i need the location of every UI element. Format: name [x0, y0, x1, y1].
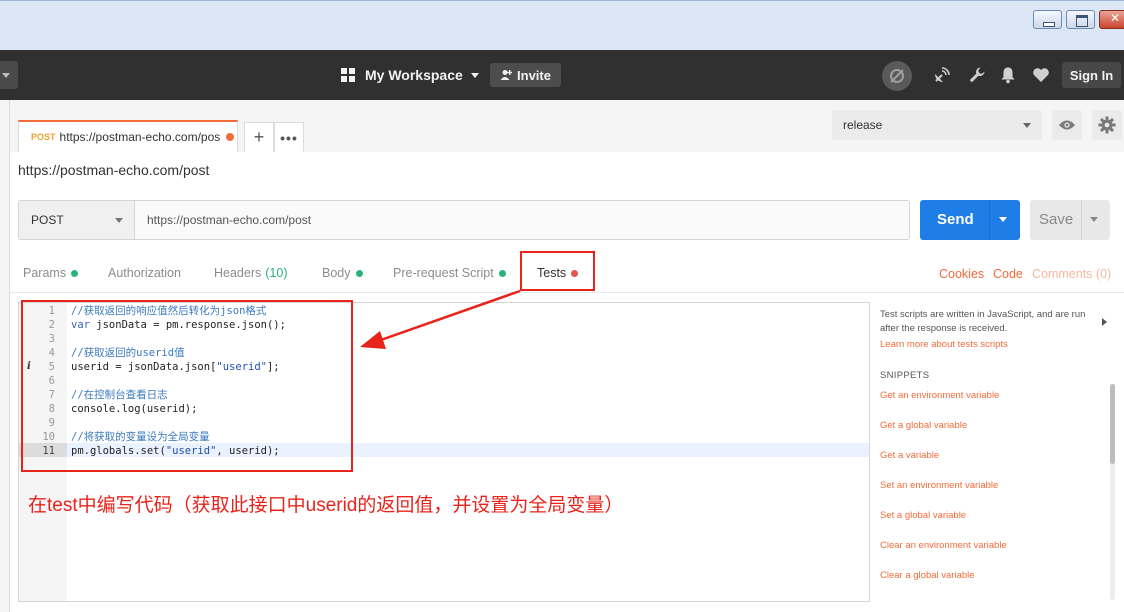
close-window-button[interactable] — [1099, 10, 1124, 29]
add-person-icon — [500, 70, 513, 80]
window-titlebar — [0, 0, 1124, 50]
sync-status-button[interactable] — [882, 61, 912, 91]
url-input[interactable] — [135, 201, 909, 239]
manage-environments-button[interactable] — [1092, 110, 1122, 140]
tab-url: https://postman-echo.com/pos — [59, 130, 221, 144]
snippet-item[interactable]: Get a variable — [880, 450, 939, 461]
app-window: My Workspace Invite Sign In POST https:/… — [0, 0, 1124, 612]
send-button[interactable]: Send — [920, 200, 1020, 240]
snippet-item[interactable]: Clear an environment variable — [880, 540, 1007, 551]
sidebar-collapsed — [0, 100, 10, 612]
invite-label: Invite — [517, 67, 551, 83]
code-highlight-box — [21, 300, 353, 472]
chevron-right-icon[interactable] — [1102, 318, 1107, 326]
heart-icon — [1033, 68, 1049, 82]
snippets-description: Test scripts are written in JavaScript, … — [880, 309, 1086, 334]
tab-params-label: Params — [23, 266, 67, 280]
snippet-item[interactable]: Get a global variable — [880, 420, 967, 431]
comments-link[interactable]: Comments (0) — [1032, 267, 1111, 281]
eye-icon — [1059, 120, 1075, 130]
capture-requests-button[interactable] — [932, 65, 952, 85]
request-title[interactable]: https://postman-echo.com/post — [18, 162, 209, 178]
chevron-down-icon[interactable] — [999, 217, 1007, 222]
tab-prerequest-script[interactable]: Pre-request Script — [393, 266, 506, 280]
gear-icon — [1098, 116, 1116, 134]
send-divider — [989, 200, 990, 240]
request-tabs-bar: POST https://postman-echo.com/pos + ••• … — [10, 100, 1124, 152]
workspace-label: My Workspace — [365, 67, 463, 83]
tests-highlight-box — [520, 251, 595, 291]
new-dropdown-button[interactable] — [0, 61, 18, 89]
headers-count: (10) — [265, 266, 288, 280]
save-button[interactable]: Save — [1030, 200, 1110, 240]
invite-button[interactable]: Invite — [490, 63, 561, 87]
save-divider — [1081, 200, 1082, 240]
snippet-item[interactable]: Get an environment variable — [880, 390, 999, 401]
maximize-button[interactable] — [1066, 10, 1095, 29]
environment-value: release — [843, 118, 883, 132]
workspace-switcher[interactable]: My Workspace — [341, 65, 479, 85]
cookies-link[interactable]: Cookies — [939, 267, 984, 281]
signin-button[interactable]: Sign In — [1062, 62, 1121, 88]
url-bar: POST — [18, 200, 910, 240]
settings-button[interactable] — [967, 65, 987, 85]
tab-options-button[interactable]: ••• — [274, 122, 304, 152]
save-label: Save — [1039, 211, 1074, 228]
wrench-icon — [969, 67, 985, 83]
sync-off-icon — [890, 69, 904, 83]
chevron-down-icon — [115, 218, 123, 223]
snippet-item[interactable]: Clear a global variable — [880, 570, 975, 581]
snippets-heading: SNIPPETS — [880, 370, 930, 381]
chevron-down-icon — [1023, 123, 1031, 128]
satellite-icon — [935, 67, 950, 82]
tab-headers[interactable]: Headers (10) — [214, 266, 287, 280]
method-select[interactable]: POST — [19, 201, 135, 239]
snippets-panel: Test scripts are written in JavaScript, … — [870, 302, 1124, 612]
chevron-down-icon — [470, 72, 479, 78]
annotation-text: 在test中编写代码（获取此接口中userid的返回值，并设置为全局变量） — [28, 495, 624, 516]
environment-quick-look-button[interactable] — [1052, 110, 1082, 140]
heart-button[interactable] — [1031, 65, 1051, 85]
tab-prerequest-label: Pre-request Script — [393, 266, 494, 280]
send-label: Send — [937, 211, 974, 228]
tab-method: POST — [31, 132, 56, 142]
code-link[interactable]: Code — [993, 267, 1023, 281]
tab-params[interactable]: Params — [23, 266, 79, 280]
chevron-down-icon[interactable] — [1090, 217, 1098, 222]
tab-authorization[interactable]: Authorization — [108, 266, 181, 280]
minimize-button[interactable] — [1033, 10, 1062, 29]
bell-icon — [1001, 67, 1015, 84]
scrollbar-thumb[interactable] — [1110, 384, 1115, 464]
status-dot-icon — [355, 269, 363, 277]
notifications-button[interactable] — [998, 65, 1018, 85]
status-dot-icon — [71, 269, 79, 277]
tab-authorization-label: Authorization — [108, 266, 181, 280]
tab-body[interactable]: Body — [322, 266, 363, 280]
environment-select[interactable]: release — [832, 110, 1042, 140]
method-value: POST — [31, 213, 64, 227]
new-tab-button[interactable]: + — [244, 122, 274, 152]
request-tab[interactable]: POST https://postman-echo.com/pos — [18, 120, 238, 152]
snippet-item[interactable]: Set a global variable — [880, 510, 966, 521]
unsaved-dot-icon — [225, 133, 234, 141]
tab-body-label: Body — [322, 266, 351, 280]
learn-more-link[interactable]: Learn more about tests scripts — [880, 339, 1008, 350]
status-dot-icon — [498, 269, 506, 277]
tab-headers-label: Headers — [214, 266, 262, 280]
grid-icon — [341, 68, 355, 82]
snippet-item[interactable]: Set an environment variable — [880, 480, 998, 491]
divider — [10, 292, 1124, 293]
app-header: My Workspace Invite Sign In — [0, 50, 1124, 100]
